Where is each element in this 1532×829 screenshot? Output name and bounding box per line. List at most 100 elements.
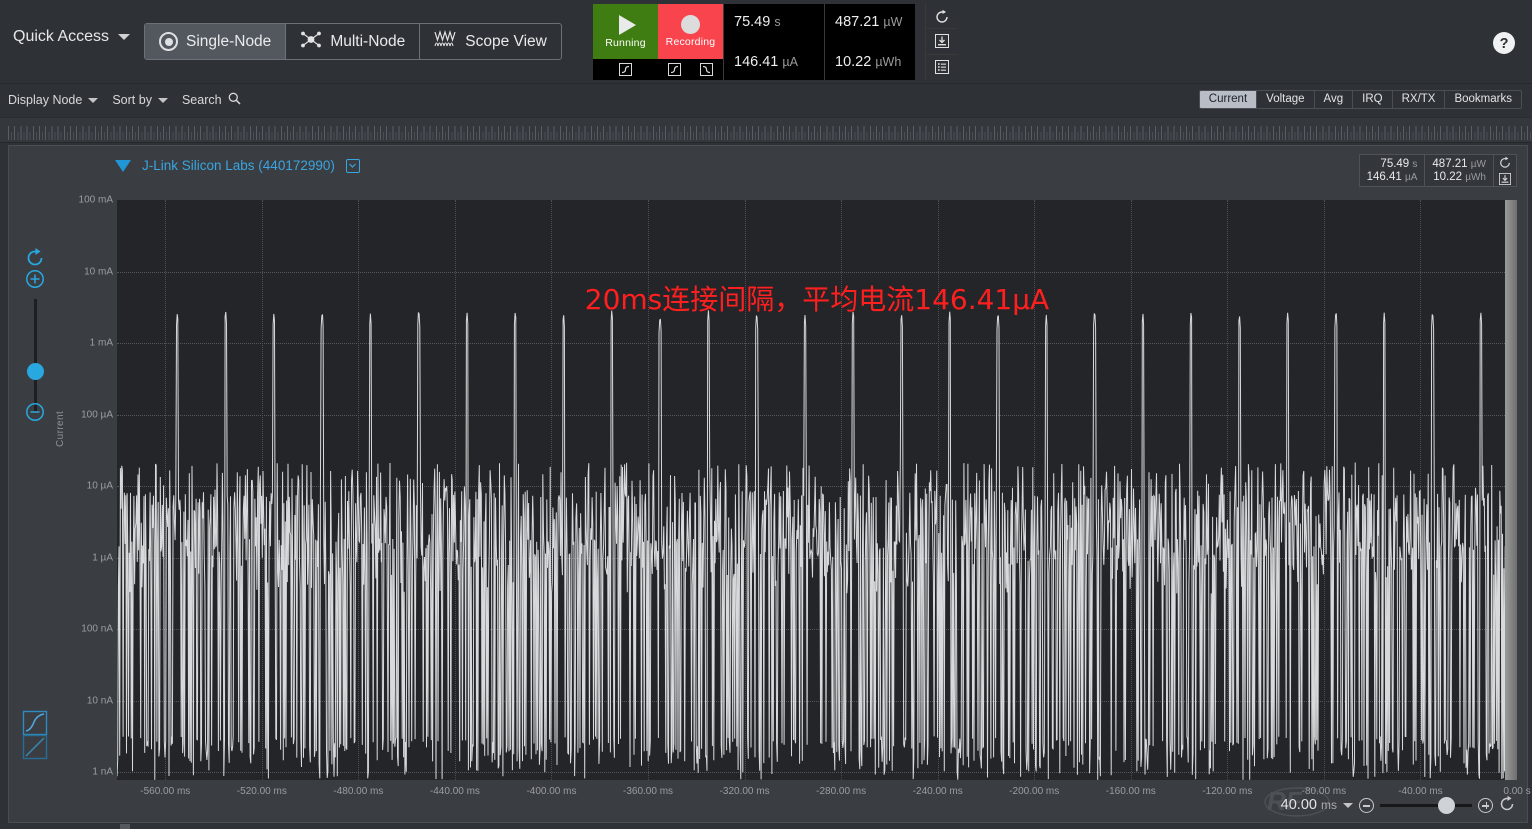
x-axis-tick-label: -560.00 ms (140, 786, 191, 797)
mode-scope-view[interactable]: Scope View (420, 24, 561, 59)
toolbar-side-icons (926, 4, 957, 80)
y-axis-tick-label: 100 mA (78, 194, 113, 206)
graph-stat-energy: 10.22 µWh (1433, 171, 1486, 183)
time-zoom-thumb[interactable] (1438, 796, 1455, 814)
search-icon (228, 92, 241, 108)
time-zoom-track[interactable] (1380, 796, 1472, 814)
svg-text:?: ? (1500, 36, 1509, 52)
zoom-out-icon[interactable] (1359, 797, 1374, 813)
display-node-dropdown[interactable]: Display Node (8, 93, 99, 107)
x-axis-tick-label: -400.00 ms (526, 786, 577, 797)
tab-irq[interactable]: IRQ (1353, 91, 1393, 108)
x-axis-tick-label: -280.00 ms (816, 786, 867, 797)
reset-icon[interactable] (926, 4, 957, 30)
mode-multi-node-label: Multi-Node (330, 32, 406, 50)
quick-access-label: Quick Access (13, 28, 110, 45)
node-title-group: J-Link Silicon Labs (440172990) (115, 158, 360, 173)
tab-avg[interactable]: Avg (1315, 91, 1354, 108)
transport-controls: Running Recording 75.49 s 146.41 µA 487.… (593, 4, 957, 80)
current-plot[interactable]: 20ms连接间隔，平均电流146.41μA (117, 200, 1517, 780)
y-axis-tick-label: 10 nA (86, 695, 113, 706)
search-control[interactable]: Search (182, 92, 241, 108)
record-trigger-inverse-toggle[interactable] (690, 59, 723, 80)
live-edge-bar (1505, 200, 1517, 780)
help-icon[interactable]: ? (1492, 31, 1516, 60)
log-linear-scale-icon[interactable] (21, 710, 51, 762)
mode-single-node[interactable]: Single-Node (145, 24, 287, 59)
x-axis-tick-label: -520.00 ms (236, 786, 287, 797)
quick-access-menu[interactable]: Quick Access (13, 28, 131, 46)
zoom-out-icon[interactable] (25, 402, 45, 422)
record-caption: Recording (665, 36, 716, 48)
save-download-icon[interactable] (1494, 171, 1516, 188)
multi-node-icon (300, 30, 322, 54)
time-zoom-control: 40.00 ms (1281, 792, 1515, 818)
timeline-ruler[interactable] (0, 117, 1532, 143)
record-control-column: Recording (658, 4, 723, 80)
run-trigger-toggle[interactable] (593, 59, 658, 80)
graph-stat-time-current: 75.49 s 146.41 µA (1360, 155, 1426, 186)
single-node-icon (159, 32, 178, 51)
energy-profiler-window: Quick Access Single-Node Multi-Node Scop… (0, 0, 1532, 829)
y-axis-tick-label: 100 nA (81, 623, 113, 635)
y-axis-tick-label: 100 µA (81, 409, 113, 420)
run-control-column: Running (593, 4, 658, 80)
mode-scope-view-label: Scope View (465, 32, 547, 50)
x-axis-tick-label: -360.00 ms (623, 786, 674, 797)
zoom-in-icon[interactable] (1478, 797, 1493, 813)
y-axis-tick-label: 10 mA (84, 266, 113, 277)
graph-stat-current: 146.41 µA (1366, 171, 1418, 183)
ruler-major-ticks (8, 126, 1532, 140)
reset-zoom-icon[interactable] (17, 247, 53, 267)
tab-voltage[interactable]: Voltage (1257, 91, 1315, 108)
vertical-zoom-track[interactable] (34, 299, 37, 411)
sort-by-label: Sort by (112, 93, 152, 107)
save-download-icon[interactable] (926, 29, 957, 55)
sort-by-dropdown[interactable]: Sort by (112, 93, 168, 107)
bottom-strip (0, 823, 1532, 829)
readout-current: 146.41 µA (734, 54, 798, 70)
run-button[interactable]: Running (593, 4, 658, 59)
x-axis-tick-label: -480.00 ms (333, 786, 384, 797)
tab-rxtx[interactable]: RX/TX (1393, 91, 1446, 108)
run-caption: Running (605, 36, 646, 49)
reset-icon[interactable] (1494, 154, 1516, 171)
tab-current[interactable]: Current (1199, 91, 1258, 108)
graph-panel-header: J-Link Silicon Labs (440172990) 75.49 s … (9, 146, 1527, 192)
record-trigger-toggle[interactable] (658, 59, 691, 80)
display-node-label: Display Node (8, 93, 83, 107)
readout-time: 75.49 s (734, 14, 781, 30)
node-name-label: J-Link Silicon Labs (440172990) (142, 158, 335, 173)
horizontal-scrollbar[interactable] (120, 824, 130, 829)
search-label: Search (181, 93, 222, 107)
record-icon (681, 15, 700, 34)
plot-area-wrapper: Current 100 mA 10 mA 1 mA 100 µA 10 µA 1 µA 10… (9, 192, 1531, 822)
x-axis-tick-label: -240.00 ms (912, 786, 963, 797)
reset-icon[interactable] (1499, 795, 1515, 816)
chevron-down-icon (118, 34, 131, 40)
node-menu-icon[interactable] (345, 158, 360, 173)
graph-stat-icons (1494, 155, 1516, 186)
x-axis-tick-label: -320.00 ms (719, 786, 770, 797)
chevron-down-icon (88, 97, 99, 103)
graph-stat-time: 75.49 s (1380, 158, 1418, 170)
readout-energy: 10.22 µWh (835, 54, 902, 70)
mode-multi-node[interactable]: Multi-Node (286, 24, 421, 59)
record-button[interactable]: Recording (658, 4, 723, 59)
x-axis-tick-label: -440.00 ms (429, 786, 480, 797)
vertical-zoom-thumb[interactable] (27, 363, 44, 380)
zoom-in-icon[interactable] (17, 269, 53, 289)
y-axis-ticks: 100 mA 10 mA 1 mA 100 µA 10 µA 1 µA 100 nA 10 n… (65, 192, 117, 779)
vertical-zoom-control (17, 247, 53, 427)
triangle-down-icon[interactable] (115, 159, 131, 172)
chevron-down-icon[interactable] (1343, 802, 1353, 808)
tab-bookmarks[interactable]: Bookmarks (1445, 91, 1521, 108)
zoom-window-value: 40.00 ms (1280, 797, 1337, 813)
list-icon[interactable] (926, 55, 957, 80)
x-axis-tick-label: -160.00 ms (1105, 786, 1156, 797)
x-axis-tick-label: -200.00 ms (1009, 786, 1060, 797)
scope-view-icon (434, 29, 457, 54)
top-toolbar: Quick Access Single-Node Multi-Node Scop… (0, 0, 1532, 84)
y-axis-tick-label: 1 nA (92, 766, 113, 778)
readout-power-energy: 487.21 µW 10.22 µWh (825, 4, 926, 80)
